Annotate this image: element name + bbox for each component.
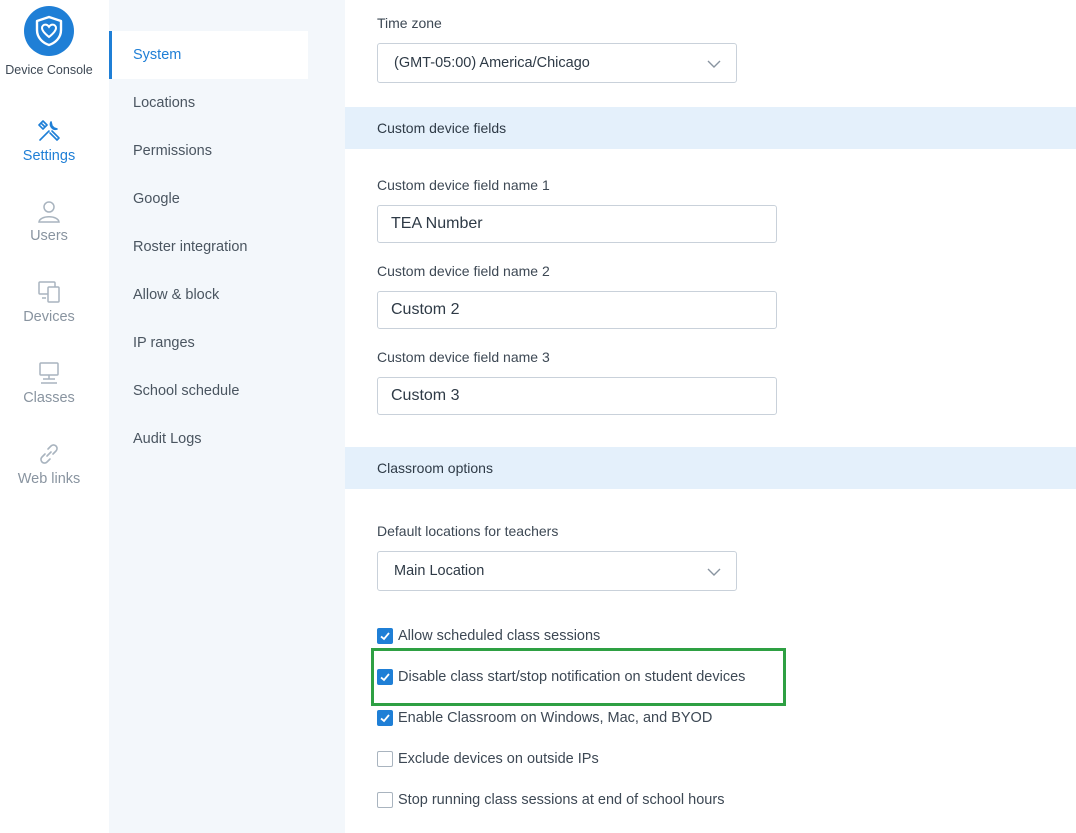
tools-icon bbox=[38, 120, 60, 141]
timezone-label: Time zone bbox=[377, 15, 442, 31]
subnav-item-ip-ranges[interactable]: IP ranges bbox=[109, 319, 308, 367]
content-gutter bbox=[310, 0, 345, 833]
shield-heart-logo-icon[interactable] bbox=[24, 6, 74, 56]
subnav-item-audit-logs[interactable]: Audit Logs bbox=[109, 415, 308, 463]
option-enable-classroom-byod[interactable]: Enable Classroom on Windows, Mac, and BY… bbox=[377, 707, 712, 729]
custom-field-1-input[interactable] bbox=[377, 205, 777, 243]
subnav-item-system[interactable]: System bbox=[109, 31, 308, 79]
classes-icon bbox=[39, 362, 59, 384]
default-location-label: Default locations for teachers bbox=[377, 523, 559, 539]
checkbox-unchecked[interactable] bbox=[377, 792, 393, 808]
timezone-select[interactable]: (GMT-05:00) America/Chicago bbox=[377, 43, 737, 83]
rail-item-label: Settings bbox=[22, 148, 76, 164]
custom-field-2-input[interactable] bbox=[377, 291, 777, 329]
option-label: Stop running class sessions at end of sc… bbox=[398, 792, 725, 808]
rail-item-settings[interactable]: Settings bbox=[0, 118, 98, 182]
devices-icon bbox=[38, 281, 60, 303]
subnav-item-school-schedule[interactable]: School schedule bbox=[109, 367, 308, 415]
checkbox-checked[interactable] bbox=[377, 710, 393, 726]
chevron-down-icon bbox=[707, 60, 721, 68]
user-icon bbox=[38, 201, 60, 223]
subnav-item-roster-integration[interactable]: Roster integration bbox=[109, 223, 308, 271]
custom-field-3-input[interactable] bbox=[377, 377, 777, 415]
highlight-box bbox=[371, 648, 786, 706]
checkbox-checked[interactable] bbox=[377, 628, 393, 644]
option-stop-sessions-end-of-hours[interactable]: Stop running class sessions at end of sc… bbox=[377, 789, 724, 811]
default-location-select[interactable]: Main Location bbox=[377, 551, 737, 591]
check-icon bbox=[380, 632, 390, 641]
rail-item-classes[interactable]: Classes bbox=[0, 360, 98, 424]
subnav-item-locations[interactable]: Locations bbox=[109, 79, 308, 127]
option-exclude-outside-ips[interactable]: Exclude devices on outside IPs bbox=[377, 748, 599, 770]
rail-item-label: Devices bbox=[23, 309, 75, 325]
custom-field-2-label: Custom device field name 2 bbox=[377, 263, 550, 279]
timezone-value: (GMT-05:00) America/Chicago bbox=[394, 55, 590, 71]
rail-item-label: Classes bbox=[23, 390, 75, 406]
app-rail: Device Console Settings Users Devices Cl… bbox=[0, 0, 109, 833]
default-location-value: Main Location bbox=[394, 563, 485, 579]
custom-fields-heading: Custom device fields bbox=[345, 107, 1076, 149]
custom-field-3-label: Custom device field name 3 bbox=[377, 349, 550, 365]
settings-subnav: System Locations Permissions Google Rost… bbox=[109, 0, 310, 833]
option-label: Enable Classroom on Windows, Mac, and BY… bbox=[398, 710, 713, 726]
system-settings-panel: Time zone (GMT-05:00) America/Chicago Cu… bbox=[345, 0, 1076, 833]
custom-field-1-label: Custom device field name 1 bbox=[377, 177, 550, 193]
rail-item-label: Users bbox=[30, 228, 68, 244]
link-icon bbox=[40, 444, 58, 464]
brand-name: Device Console bbox=[5, 63, 93, 77]
subnav-item-google[interactable]: Google bbox=[109, 175, 308, 223]
classroom-options-heading: Classroom options bbox=[345, 447, 1076, 489]
subnav-item-permissions[interactable]: Permissions bbox=[109, 127, 308, 175]
rail-item-users[interactable]: Users bbox=[0, 198, 98, 262]
checkbox-unchecked[interactable] bbox=[377, 751, 393, 767]
check-icon bbox=[380, 714, 390, 723]
subnav-item-allow-block[interactable]: Allow & block bbox=[109, 271, 308, 319]
rail-item-devices[interactable]: Devices bbox=[0, 279, 98, 343]
option-allow-scheduled-sessions[interactable]: Allow scheduled class sessions bbox=[377, 625, 600, 647]
rail-item-label: Web links bbox=[17, 471, 81, 487]
option-label: Exclude devices on outside IPs bbox=[398, 751, 599, 767]
rail-item-web-links[interactable]: Web links bbox=[0, 441, 98, 505]
option-label: Allow scheduled class sessions bbox=[398, 628, 601, 644]
chevron-down-icon bbox=[707, 568, 721, 576]
